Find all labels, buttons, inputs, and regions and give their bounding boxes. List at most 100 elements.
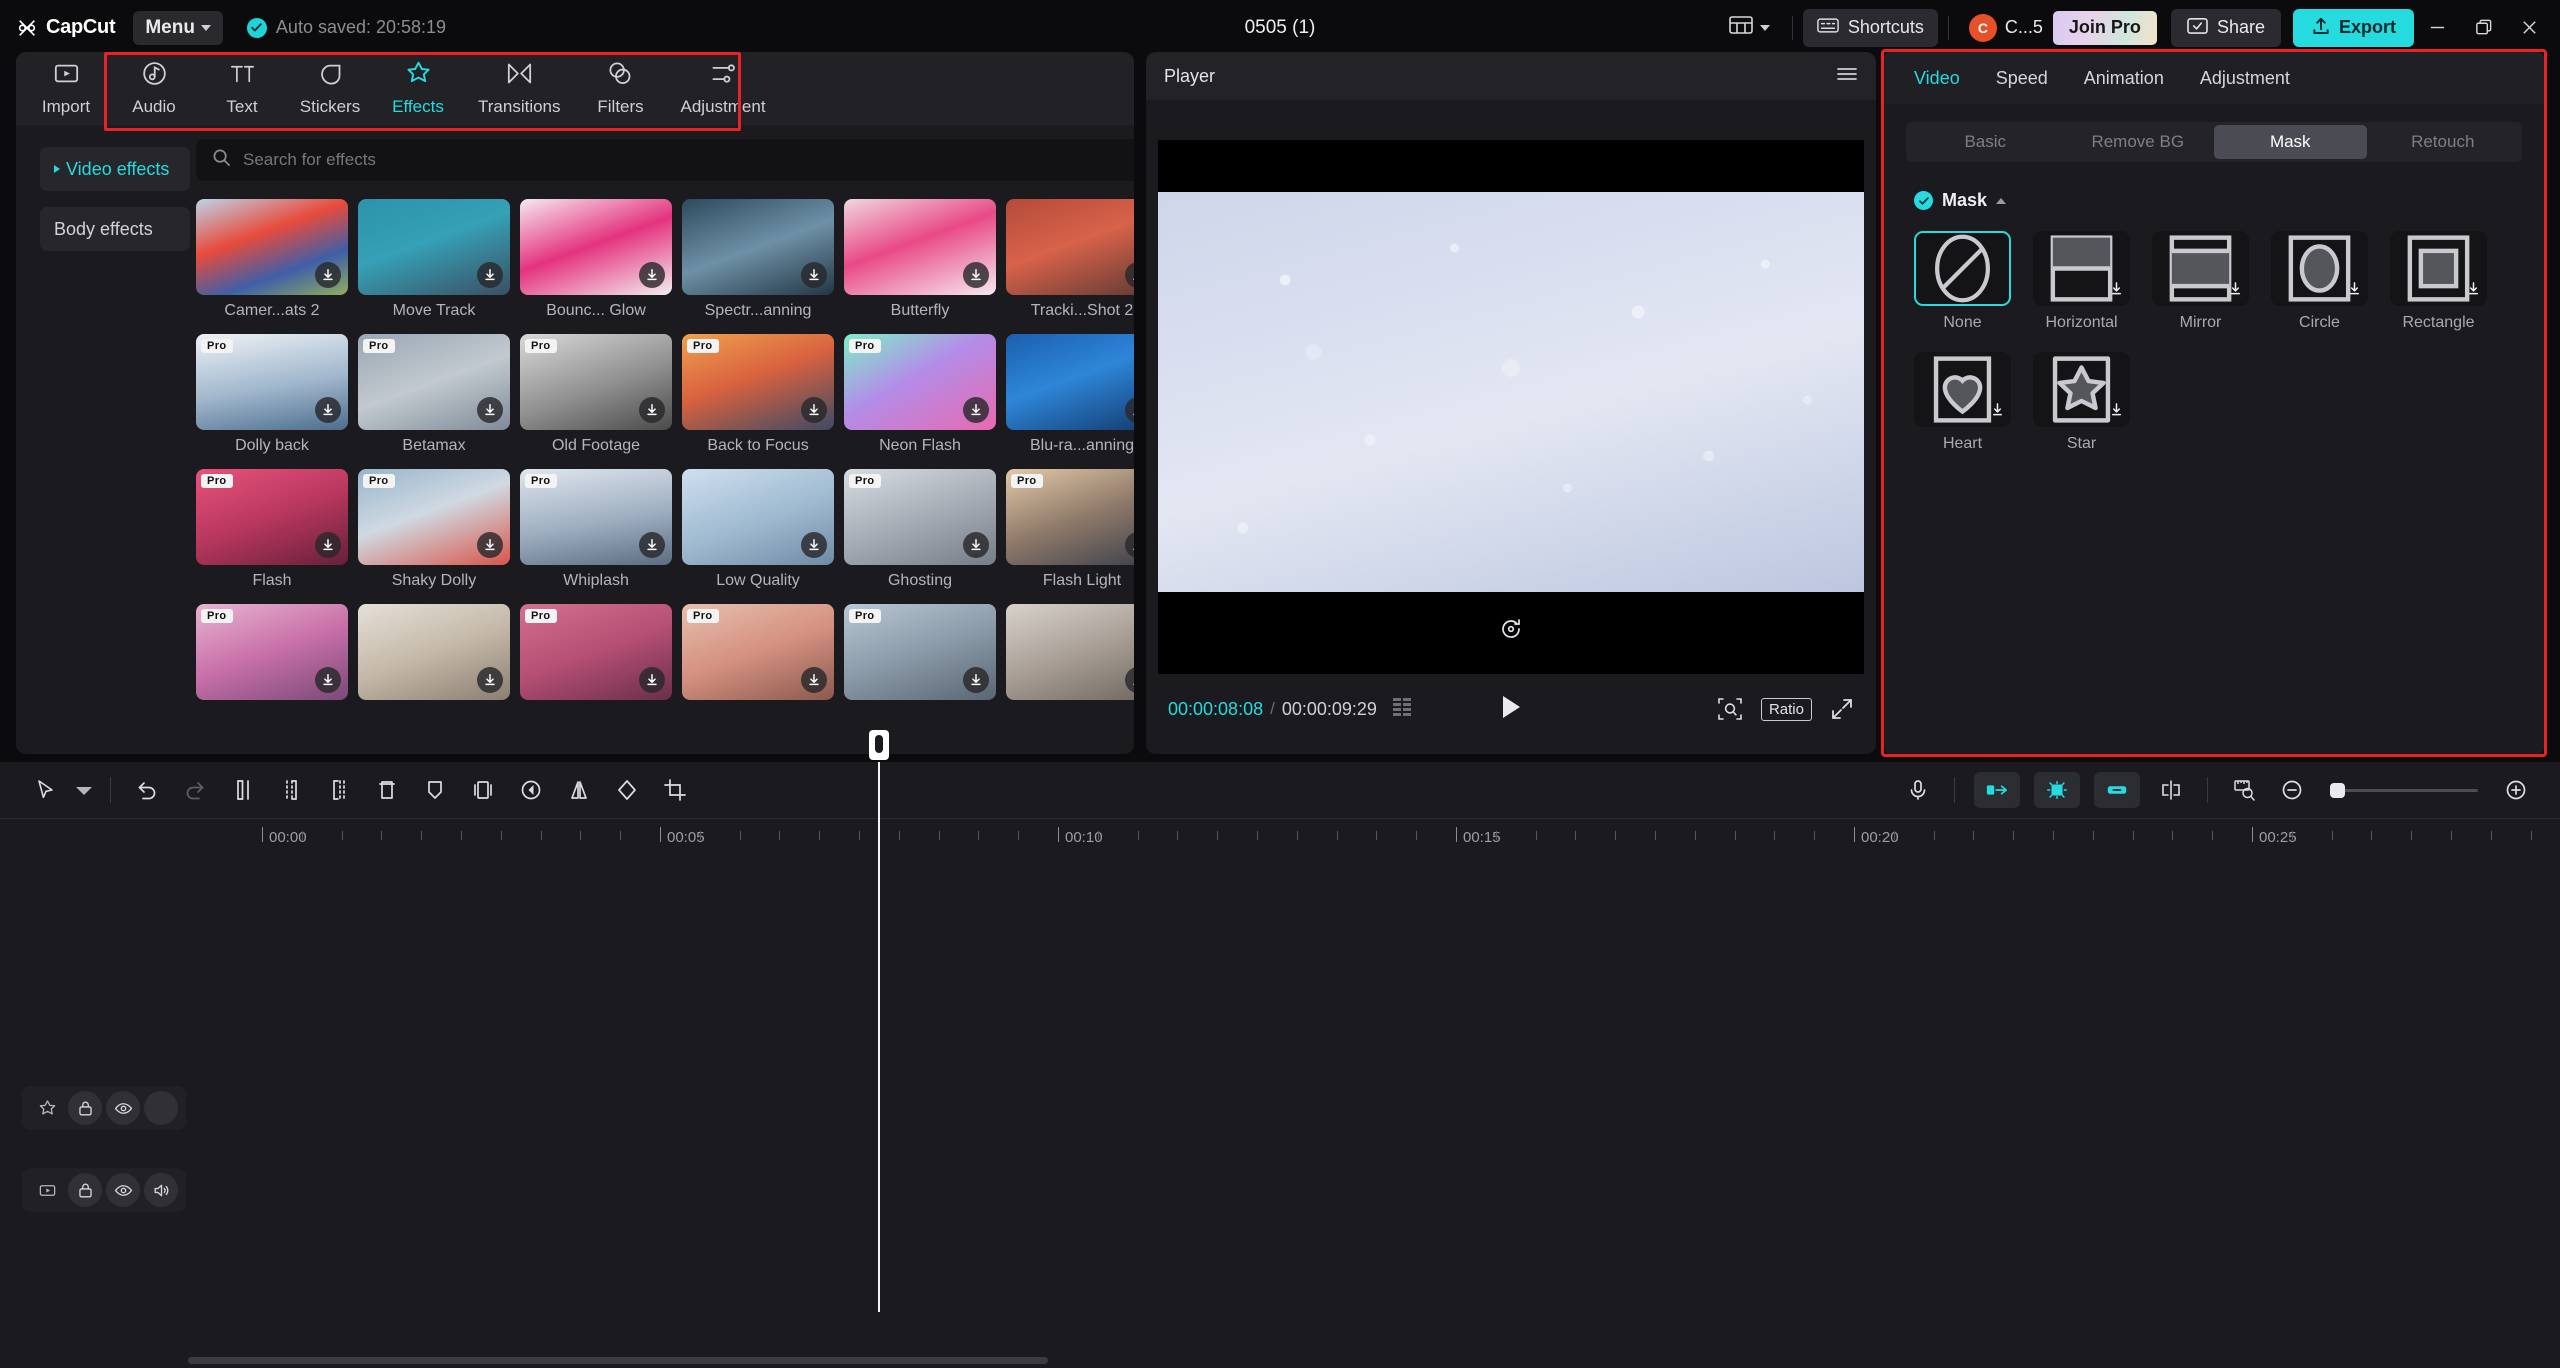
- tab-adjustment[interactable]: Adjustment: [2200, 68, 2290, 89]
- video-preview[interactable]: [1158, 192, 1864, 592]
- download-icon[interactable]: [1990, 402, 2005, 422]
- effect-card[interactable]: ProWhiplash: [520, 469, 672, 590]
- crop-button[interactable]: [651, 768, 699, 812]
- effect-thumbnail[interactable]: Pro: [520, 334, 672, 430]
- download-icon[interactable]: [801, 667, 827, 693]
- account-button[interactable]: C C...5: [1959, 14, 2053, 42]
- nav-item-import[interactable]: Import: [22, 55, 110, 123]
- effect-card[interactable]: Pro: [196, 604, 348, 707]
- redo-button[interactable]: [171, 768, 219, 812]
- effect-card[interactable]: Move Track: [358, 199, 510, 320]
- download-icon[interactable]: [1125, 397, 1134, 423]
- download-icon[interactable]: [315, 667, 341, 693]
- lock-track-icon[interactable]: [68, 1091, 102, 1125]
- download-icon[interactable]: [477, 262, 503, 288]
- effect-card[interactable]: ProDolly back: [196, 334, 348, 455]
- effect-card[interactable]: ProShaky Dolly: [358, 469, 510, 590]
- mask-option-none[interactable]: None: [1914, 231, 2011, 332]
- select-tool-dropdown[interactable]: [70, 768, 98, 812]
- effect-card[interactable]: ProOld Footage: [520, 334, 672, 455]
- close-button[interactable]: [2506, 7, 2552, 49]
- playhead[interactable]: [878, 762, 880, 1312]
- download-icon[interactable]: [801, 397, 827, 423]
- levels-icon[interactable]: [1393, 697, 1419, 722]
- effect-thumbnail[interactable]: [1006, 334, 1134, 430]
- download-icon[interactable]: [639, 262, 665, 288]
- scrollbar-thumb[interactable]: [188, 1357, 1048, 1364]
- effect-thumbnail[interactable]: Pro: [196, 604, 348, 700]
- search-input[interactable]: Search for effects: [196, 139, 1134, 181]
- timeline-horizontal-scrollbar[interactable]: [188, 1357, 2548, 1364]
- trim-left-button[interactable]: [267, 768, 315, 812]
- lock-track-icon[interactable]: [68, 1173, 102, 1207]
- nav-item-audio[interactable]: Audio: [110, 55, 198, 123]
- download-icon[interactable]: [1125, 262, 1134, 288]
- join-pro-button[interactable]: Join Pro: [2053, 11, 2157, 45]
- effect-thumbnail[interactable]: [1006, 199, 1134, 295]
- track-extra-button[interactable]: [144, 1091, 178, 1125]
- download-icon[interactable]: [2109, 402, 2124, 422]
- link-toggle[interactable]: [2094, 772, 2140, 808]
- effect-card[interactable]: ProNeon Flash: [844, 334, 996, 455]
- download-icon[interactable]: [963, 262, 989, 288]
- mask-option-rectangle[interactable]: Rectangle: [2390, 231, 2487, 332]
- category-video-effects[interactable]: Video effects: [40, 147, 190, 191]
- effect-thumbnail[interactable]: Pro: [520, 604, 672, 700]
- undo-button[interactable]: [123, 768, 171, 812]
- effect-card[interactable]: ProBetamax: [358, 334, 510, 455]
- rotate-handle-icon[interactable]: [1496, 614, 1526, 644]
- effect-thumbnail[interactable]: Pro: [1006, 469, 1134, 565]
- nav-item-effects[interactable]: Effects: [374, 55, 462, 123]
- effect-card[interactable]: ProFlash Light: [1006, 469, 1134, 590]
- download-icon[interactable]: [639, 532, 665, 558]
- effect-thumbnail[interactable]: Pro: [844, 334, 996, 430]
- trim-right-button[interactable]: [315, 768, 363, 812]
- mask-option-heart[interactable]: Heart: [1914, 352, 2011, 453]
- download-icon[interactable]: [477, 397, 503, 423]
- zoom-in-button[interactable]: [2492, 768, 2540, 812]
- download-icon[interactable]: [315, 262, 341, 288]
- reverse-button[interactable]: [507, 768, 555, 812]
- export-button[interactable]: Export: [2293, 9, 2414, 47]
- download-icon[interactable]: [1125, 667, 1134, 693]
- zoom-slider-handle[interactable]: [2330, 783, 2345, 798]
- category-body-effects[interactable]: Body effects: [40, 207, 190, 251]
- mask-option-star[interactable]: Star: [2033, 352, 2130, 453]
- maximize-button[interactable]: [2460, 7, 2506, 49]
- effect-card[interactable]: Camer...ats 2: [196, 199, 348, 320]
- effect-card[interactable]: Spectr...anning: [682, 199, 834, 320]
- download-icon[interactable]: [639, 397, 665, 423]
- horizontal-mask-icon[interactable]: [2033, 231, 2130, 306]
- record-voiceover-button[interactable]: [1894, 768, 1942, 812]
- download-icon[interactable]: [2109, 281, 2124, 301]
- effect-thumbnail[interactable]: Pro: [358, 334, 510, 430]
- effect-card[interactable]: [358, 604, 510, 707]
- shortcuts-button[interactable]: Shortcuts: [1803, 9, 1938, 47]
- effect-card[interactable]: Pro: [682, 604, 834, 707]
- keyframe-nav-button[interactable]: [2147, 768, 2195, 812]
- hide-track-icon[interactable]: [106, 1173, 140, 1207]
- menu-button[interactable]: Menu: [133, 11, 223, 45]
- download-icon[interactable]: [1125, 532, 1134, 558]
- share-button[interactable]: Share: [2171, 9, 2281, 47]
- subtab-mask[interactable]: Mask: [2214, 125, 2367, 159]
- nav-item-transitions[interactable]: Transitions: [462, 55, 577, 123]
- effect-card[interactable]: Butterfly: [844, 199, 996, 320]
- rotate-button[interactable]: [603, 768, 651, 812]
- download-icon[interactable]: [963, 397, 989, 423]
- subtab-retouch[interactable]: Retouch: [2367, 125, 2520, 159]
- layout-switcher-button[interactable]: [1717, 9, 1782, 47]
- hide-track-icon[interactable]: [106, 1091, 140, 1125]
- download-icon[interactable]: [801, 262, 827, 288]
- mask-enable-checkbox[interactable]: [1914, 191, 1933, 210]
- timeline-ruler[interactable]: 00:0000:0500:1000:1500:2000:2500:: [0, 818, 2560, 858]
- heart-mask-icon[interactable]: [1914, 352, 2011, 427]
- effect-thumbnail[interactable]: Pro: [196, 334, 348, 430]
- zoom-out-button[interactable]: [2268, 768, 2316, 812]
- rectangle-mask-icon[interactable]: [2390, 231, 2487, 306]
- effect-thumbnail[interactable]: [196, 199, 348, 295]
- effect-thumbnail[interactable]: Pro: [358, 469, 510, 565]
- zoom-preview-icon[interactable]: [1717, 696, 1743, 722]
- download-icon[interactable]: [639, 667, 665, 693]
- zoom-slider[interactable]: [2330, 789, 2478, 792]
